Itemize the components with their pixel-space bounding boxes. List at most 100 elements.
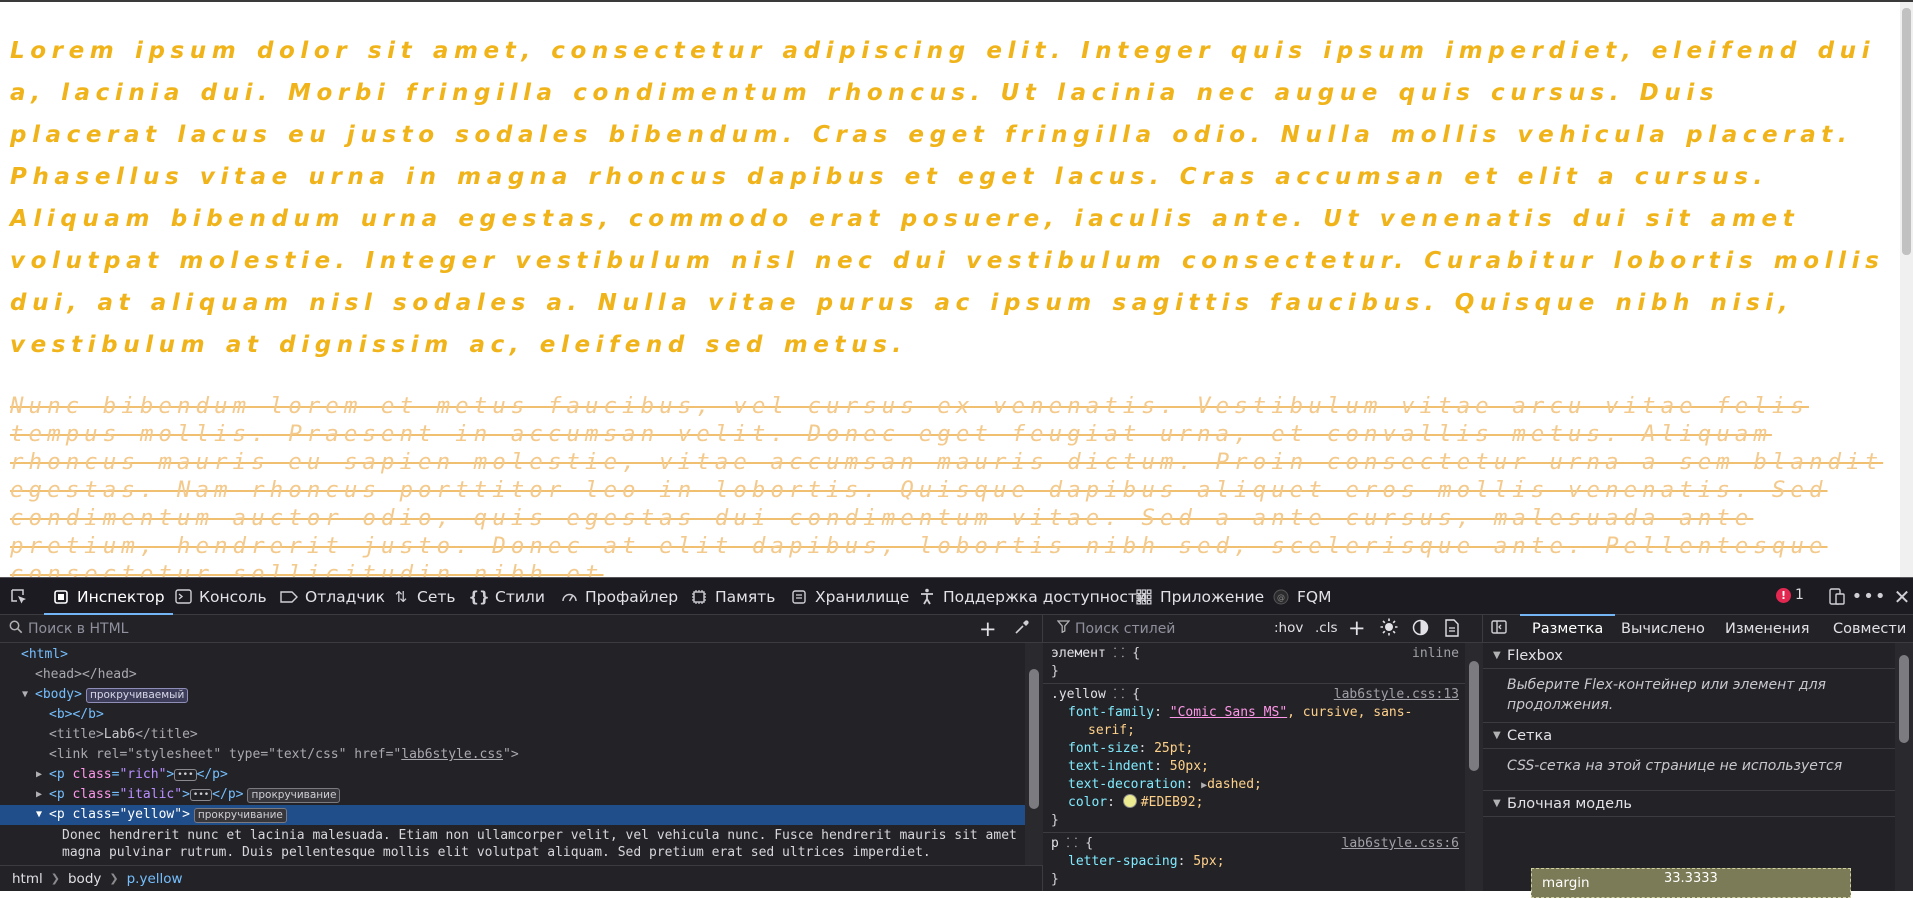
grid-highlighter-icon[interactable]: ⸬ — [1114, 646, 1125, 661]
tab-layout[interactable]: Разметка — [1519, 614, 1616, 643]
tab-style-editor[interactable]: {} Стили — [468, 578, 545, 615]
breadcrumb-body[interactable]: body — [68, 871, 101, 887]
flexbox-section-header[interactable]: ▼ Flexbox — [1483, 643, 1895, 669]
tab-accessibility-label: Поддержка доступности — [943, 587, 1147, 606]
decl-letter-spacing[interactable]: letter-spacing: 5px; — [1068, 853, 1225, 871]
overflow-badge[interactable]: прокручивание — [193, 808, 287, 823]
decl-font-family[interactable]: font-family: "Comic Sans MS", cursive, s… — [1068, 704, 1412, 722]
tab-changes[interactable]: Изменения — [1725, 615, 1809, 643]
tab-network[interactable]: ⇅ Сеть — [392, 578, 456, 615]
devtools-menu-button[interactable]: ••• — [1852, 578, 1886, 615]
expand-toggle-icon[interactable]: ▶ — [36, 765, 42, 785]
tree-node-link[interactable]: <link rel="stylesheet" type="text/css" h… — [49, 745, 519, 765]
tab-accessibility[interactable]: Поддержка доступности — [918, 578, 1147, 615]
tab-memory[interactable]: Память — [690, 578, 775, 615]
responsive-design-button[interactable] — [1828, 578, 1846, 615]
tab-memory-label: Память — [715, 587, 776, 606]
breadcrumb-html[interactable]: html — [12, 871, 43, 887]
page-scrollbar-thumb[interactable] — [1902, 8, 1911, 255]
decl-color[interactable]: color: #EDEB92; — [1068, 794, 1203, 812]
tab-console[interactable]: Консоль — [174, 578, 267, 615]
light-theme-icon[interactable] — [1380, 618, 1398, 640]
p-rule-source-link[interactable]: lab6style.css:6 — [1342, 835, 1459, 853]
accessibility-icon — [918, 588, 936, 606]
grid-section-header[interactable]: ▼ Сетка — [1483, 723, 1895, 749]
html-tree-scrollbar-thumb[interactable] — [1029, 669, 1039, 809]
tab-computed[interactable]: Вычислено — [1621, 615, 1705, 643]
tree-node-b[interactable]: <b></b> — [49, 705, 104, 725]
decl-text-indent[interactable]: text-indent: 50px; — [1068, 758, 1209, 776]
add-node-button[interactable]: + — [979, 617, 997, 641]
rules-pane: Поиск стилей :hov .cls + элемент ⸬ { inl… — [1043, 615, 1483, 891]
p-rule-selector[interactable]: p ⸬ { — [1051, 835, 1093, 853]
dark-theme-icon[interactable] — [1412, 619, 1429, 640]
rules-scrollbar-thumb[interactable] — [1469, 661, 1479, 771]
tab-network-label: Сеть — [417, 587, 456, 606]
html-search-input[interactable]: Поиск в HTML — [28, 621, 128, 637]
yellow-rule-source-link[interactable]: lab6style.css:13 — [1334, 686, 1459, 704]
page-viewport: Lorem ipsum dolor sit amet, consectetur … — [0, 0, 1913, 577]
box-model-diagram: margin 33.3333 — [1531, 868, 1851, 898]
console-icon — [174, 588, 192, 606]
margin-top-value[interactable]: 33.3333 — [1664, 871, 1718, 886]
hover-states-button[interactable]: :hov — [1274, 620, 1303, 636]
tab-profiler[interactable]: Профайлер — [560, 578, 678, 615]
grid-highlighter-icon[interactable]: ⸬ — [1114, 687, 1125, 702]
tree-node-body[interactable]: ▼ <body> прокручиваемый — [22, 685, 189, 705]
styles-filter-bar[interactable]: Поиск стилей :hov .cls + — [1043, 615, 1483, 643]
close-devtools-button[interactable]: ✕ — [1893, 578, 1911, 615]
tree-node-p-italic[interactable]: ▶ <p class="italic"> ••• </p> прокручивание — [36, 785, 341, 805]
toggle-sidebar-icon[interactable] — [1491, 620, 1507, 638]
tab-application[interactable]: Приложение — [1135, 578, 1264, 615]
tab-compatibility[interactable]: Совмести — [1833, 615, 1906, 643]
sidebar-scrollbar-thumb[interactable] — [1899, 655, 1909, 743]
collapsed-content-icon[interactable]: ••• — [174, 768, 197, 781]
devtools-panel: Инспектор Консоль Отладчик ⇅ Сеть {} Сти… — [0, 577, 1913, 898]
tree-node-p-yellow[interactable]: ▼ <p class="yellow"> прокручивание — [0, 805, 1025, 825]
tree-text-node[interactable]: Donec hendrerit nunc et lacinia malesuad… — [62, 827, 1022, 861]
styles-filter-input[interactable]: Поиск стилей — [1075, 621, 1175, 637]
grid-message: CSS-сетка на этой странице не использует… — [1507, 758, 1843, 774]
tab-storage-label: Хранилище — [815, 587, 910, 606]
tab-profiler-label: Профайлер — [585, 587, 679, 606]
network-icon: ⇅ — [394, 587, 408, 606]
grid-highlighter-icon[interactable]: ⸬ — [1067, 836, 1078, 851]
box-model-section-header[interactable]: ▼ Блочная модель — [1483, 791, 1895, 817]
chevron-right-icon: ❯ — [109, 872, 119, 885]
breadcrumb-p-yellow[interactable]: p.yellow — [127, 871, 183, 887]
tab-fqm[interactable]: @ FQM — [1272, 578, 1332, 615]
element-picker-button[interactable] — [10, 578, 28, 615]
classes-button[interactable]: .cls — [1315, 620, 1338, 636]
tab-storage[interactable]: Хранилище — [790, 578, 909, 615]
print-media-icon[interactable] — [1444, 619, 1460, 641]
decl-text-decoration[interactable]: text-decoration: ▶dashed; — [1068, 776, 1262, 794]
profiler-icon — [560, 588, 578, 606]
tab-fqm-label: FQM — [1297, 587, 1332, 606]
color-swatch[interactable] — [1122, 794, 1137, 808]
scrollable-badge[interactable]: прокручиваемый — [85, 688, 189, 703]
html-search-bar[interactable]: Поиск в HTML + — [0, 615, 1043, 643]
add-rule-button[interactable]: + — [1348, 616, 1366, 640]
tree-node-head[interactable]: <head></head> — [35, 665, 137, 685]
decl-font-size[interactable]: font-size: 25pt; — [1068, 740, 1193, 758]
tree-node-p-rich[interactable]: ▶ <p class="rich"> ••• </p> — [36, 765, 228, 785]
element-rule-selector[interactable]: элемент ⸬ { — [1051, 645, 1140, 663]
chevron-down-icon: ▼ — [1493, 650, 1501, 661]
tree-node-title[interactable]: <title>Lab6</title> — [49, 725, 198, 745]
overflow-badge[interactable]: прокручивание — [247, 788, 341, 803]
tab-inspector[interactable]: Инспектор — [44, 578, 173, 615]
error-icon: ! — [1776, 587, 1791, 603]
tree-node-html[interactable]: <html> — [21, 645, 68, 665]
application-icon — [1135, 588, 1153, 606]
paragraph-italic: Nunc bibendum lorem et metus faucibus, v… — [10, 393, 1884, 577]
expand-toggle-icon[interactable]: ▼ — [22, 685, 28, 705]
expand-toggle-icon[interactable]: ▼ — [36, 805, 42, 825]
rules-list: элемент ⸬ { inline } .yellow ⸬ { lab6sty… — [1043, 643, 1465, 891]
yellow-rule-selector[interactable]: .yellow ⸬ { — [1051, 686, 1140, 704]
error-count-badge[interactable]: ! 1 — [1776, 587, 1804, 603]
expand-toggle-icon[interactable]: ▶ — [36, 785, 42, 805]
tab-debugger[interactable]: Отладчик — [280, 578, 385, 615]
eyedropper-icon[interactable] — [1014, 619, 1030, 639]
collapsed-content-icon[interactable]: ••• — [189, 788, 213, 801]
stylesheet-link[interactable]: lab6style.css — [401, 747, 503, 762]
